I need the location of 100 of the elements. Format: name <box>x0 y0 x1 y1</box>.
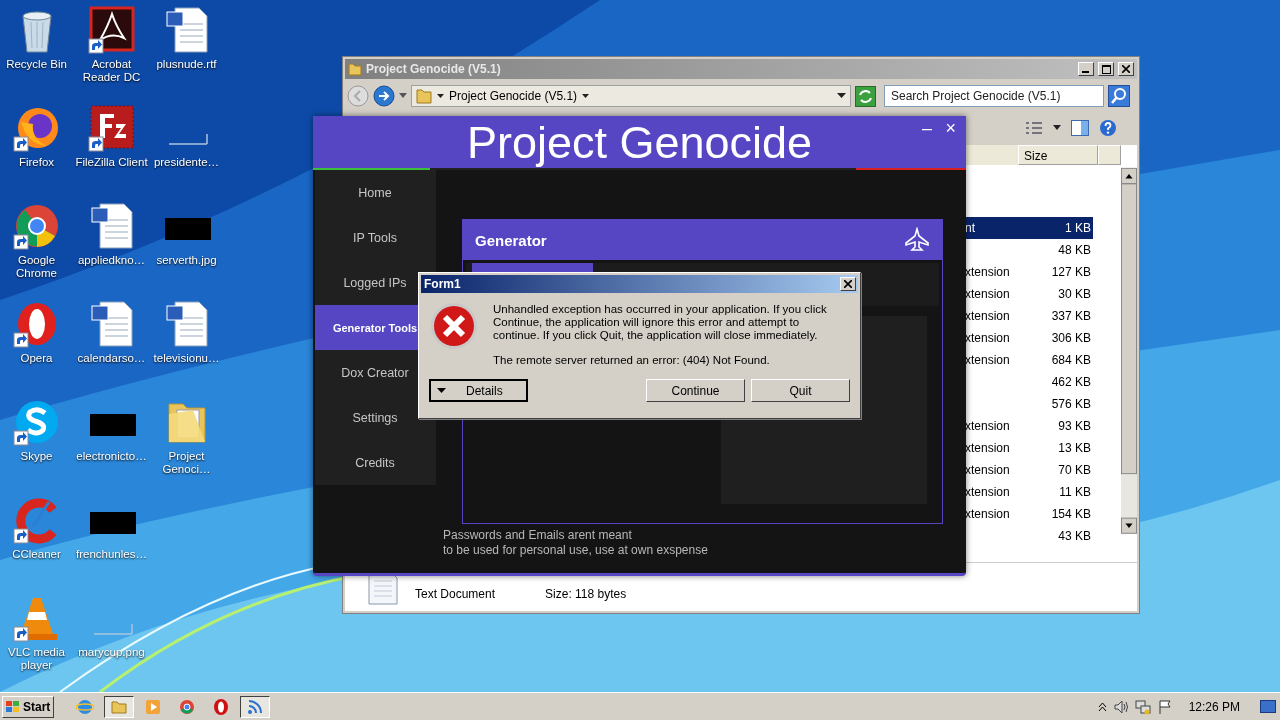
close-button[interactable]: × <box>941 118 960 139</box>
table-cell: xtension <box>965 265 1010 279</box>
start-button[interactable]: Start <box>2 695 54 718</box>
search-field[interactable]: Search Project Genocide (V5.1) <box>884 85 1104 107</box>
airplane-icon <box>904 227 930 253</box>
app-title: Project Genocide <box>466 118 813 168</box>
table-cell: xtension <box>965 507 1010 521</box>
desktop-icon-label[interactable]: Recycle Bin <box>0 58 75 71</box>
folder-icon <box>348 62 362 76</box>
dropdown-icon[interactable] <box>1053 125 1061 131</box>
caret-icon[interactable] <box>582 93 590 99</box>
desktop-icon-label[interactable]: Google Chrome <box>0 254 75 280</box>
breadcrumb[interactable]: Project Genocide (V5.1) <box>449 89 578 103</box>
table-cell: xtension <box>965 419 1010 433</box>
file-row[interactable]: xtension 154 KB <box>965 503 1093 525</box>
file-row[interactable]: 576 KB <box>965 393 1093 415</box>
desktop-icon-label[interactable]: Skype <box>0 450 75 463</box>
flag-icon[interactable] <box>1156 698 1173 715</box>
clock[interactable]: 12:26 PM <box>1188 699 1240 714</box>
file-row[interactable]: xtension 306 KB <box>965 327 1093 349</box>
browser-icon[interactable] <box>12 202 61 250</box>
forward-button[interactable] <box>373 85 395 107</box>
desktop-icon-label[interactable]: FileZilla Client <box>73 156 150 169</box>
dialog-button[interactable]: Continue <box>646 379 745 402</box>
table-cell-text: 43 KB <box>1057 529 1091 543</box>
desktop-icon-label[interactable]: serverth.jpg <box>148 254 225 267</box>
desktop-icon-label[interactable]: Project Genoci… <box>148 450 225 476</box>
details-button[interactable]: Details <box>429 379 528 402</box>
taskbar-button[interactable] <box>104 695 134 718</box>
help-icon[interactable] <box>1099 119 1117 137</box>
close-button[interactable] <box>840 277 856 291</box>
table-cell-text: 93 KB <box>1057 419 1091 433</box>
desktop-icon-label[interactable]: calendarso… <box>73 352 150 365</box>
chat-app-icon[interactable] <box>12 398 61 446</box>
disclaimer-text: Passwords and Emails arent meant to be used for personal use, use at own exspense <box>443 528 709 558</box>
table-cell-text: 337 KB <box>1050 309 1091 323</box>
file-row[interactable]: xtension 30 KB <box>965 283 1093 305</box>
file-row[interactable]: 462 KB <box>965 371 1093 393</box>
file-row[interactable]: xtension 127 KB <box>965 261 1093 283</box>
caret-icon[interactable] <box>437 93 444 99</box>
table-cell: xtension <box>965 331 1010 345</box>
file-row[interactable]: xtension 93 KB <box>965 415 1093 437</box>
chevron-icon[interactable] <box>1097 702 1107 711</box>
selected-row[interactable]: nt 1 KB <box>965 217 1093 239</box>
preview-pane-icon[interactable] <box>1071 120 1089 136</box>
table-cell-text: 684 KB <box>1050 353 1091 367</box>
maximize-icon <box>1101 64 1111 74</box>
file-size: Size: 118 bytes <box>545 587 627 601</box>
view-options-icon[interactable] <box>1025 121 1043 135</box>
caret-icon <box>437 388 446 393</box>
desktop-icon-label[interactable]: electronicto… <box>73 450 150 463</box>
column-header[interactable]: Size <box>1018 145 1098 165</box>
error-detail: The remote server returned an error: (404) Not Found. <box>493 354 771 367</box>
close-button[interactable] <box>1118 62 1134 76</box>
sidebar-item[interactable]: Credits <box>315 440 418 485</box>
sidebar-item[interactable]: Home <box>315 170 418 215</box>
desktop-icon-label[interactable]: presidente… <box>148 156 225 169</box>
file-row[interactable]: xtension 13 KB <box>965 437 1093 459</box>
address-bar[interactable]: Project Genocide (V5.1) <box>411 85 851 107</box>
minimize-button[interactable] <box>1078 62 1094 76</box>
taskbar-button[interactable] <box>240 695 270 718</box>
sidebar-item[interactable]: Dox Creator <box>315 350 418 395</box>
dropdown-icon[interactable] <box>837 93 846 99</box>
file-row[interactable]: xtension 70 KB <box>965 459 1093 481</box>
refresh-icon[interactable] <box>855 85 876 107</box>
desktop-icon-label[interactable]: appliedkno… <box>73 254 150 267</box>
file-row[interactable]: 43 KB <box>965 525 1093 547</box>
desktop-icon-label[interactable]: Firefox <box>0 156 75 169</box>
table-cell-text: 154 KB <box>1050 507 1091 521</box>
file-row[interactable]: xtension 11 KB <box>965 481 1093 503</box>
maximize-button[interactable] <box>1098 62 1114 76</box>
file-type: Text Document <box>415 587 496 601</box>
network-icon[interactable] <box>1134 698 1151 715</box>
sidebar-item[interactable]: Logged IPs <box>315 260 418 305</box>
desktop-icon-label[interactable]: plusnude.rtf <box>148 58 225 71</box>
app-icon[interactable] <box>87 104 136 152</box>
table-cell-text: 11 KB <box>1058 485 1091 499</box>
browser-icon <box>212 697 230 716</box>
pdf-app-icon[interactable] <box>87 6 136 54</box>
desktop-icon-label[interactable]: Acrobat Reader DC <box>73 58 150 84</box>
browser-icon <box>178 697 196 716</box>
search-icon[interactable] <box>1108 85 1130 107</box>
file-row[interactable]: xtension 337 KB <box>965 305 1093 327</box>
table-cell-text: 48 KB <box>1057 243 1091 257</box>
error-icon <box>429 301 479 351</box>
sidebar-item[interactable]: IP Tools <box>315 215 418 260</box>
show-desktop-icon[interactable] <box>1260 699 1276 714</box>
file-row[interactable]: 48 KB <box>965 239 1093 261</box>
minimize-button[interactable]: – <box>918 118 936 139</box>
speaker-icon[interactable] <box>1112 698 1129 715</box>
table-cell: xtension <box>965 485 1010 499</box>
window-title: Project Genocide (V5.1) <box>366 62 502 76</box>
sidebar-item[interactable]: Settings <box>315 395 418 440</box>
desktop-icon-label[interactable]: televisionu… <box>148 352 225 365</box>
file-row[interactable]: xtension 684 KB <box>965 349 1093 371</box>
sidebar-item[interactable]: Generator Tools <box>315 305 418 350</box>
dialog-button[interactable]: Quit <box>751 379 850 402</box>
close-icon <box>844 280 852 288</box>
desktop-icon-label[interactable]: Opera <box>0 352 75 365</box>
column-header[interactable] <box>1098 145 1121 165</box>
